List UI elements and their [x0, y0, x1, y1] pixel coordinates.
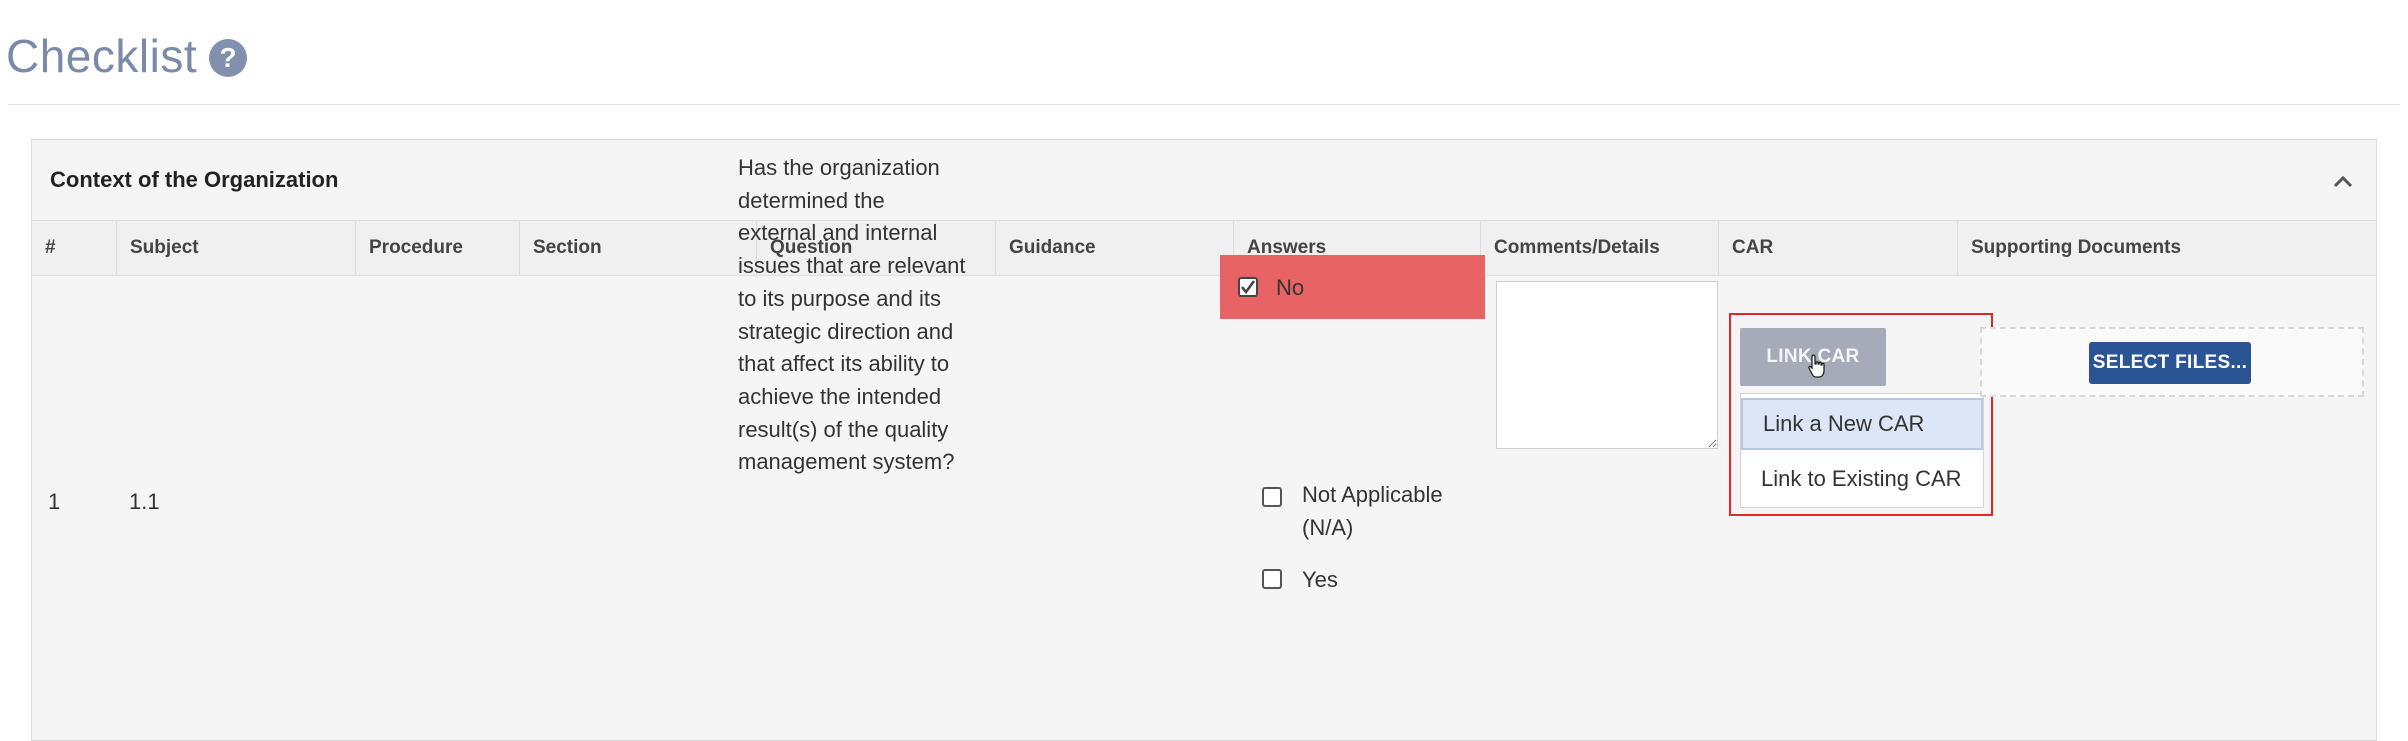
section-header[interactable]: Context of the Organization — [32, 140, 2376, 221]
column-header-number[interactable]: # — [32, 221, 116, 275]
answer-option-no[interactable]: No — [1220, 255, 1485, 319]
checkbox-checked-icon[interactable] — [1238, 277, 1258, 297]
title-divider — [8, 104, 2400, 105]
row-subject: 1.1 — [129, 489, 160, 514]
column-header-car[interactable]: CAR — [1718, 221, 1957, 275]
menu-item-link-existing-car[interactable]: Link to Existing CAR — [1741, 453, 1983, 505]
page-header: Checklist ? — [6, 26, 248, 86]
select-files-button[interactable]: SELECT FILES... — [2089, 342, 2251, 384]
checkbox-icon[interactable] — [1262, 487, 1282, 507]
column-header-subject[interactable]: Subject — [116, 221, 355, 275]
menu-item-link-new-car[interactable]: Link a New CAR — [1741, 398, 1983, 450]
checkbox-icon[interactable] — [1262, 569, 1282, 589]
checklist-section-panel: Context of the Organization # Subject Pr… — [31, 139, 2377, 741]
link-car-dropdown-menu: Link a New CAR Link to Existing CAR — [1740, 393, 1984, 508]
column-header-guidance[interactable]: Guidance — [995, 221, 1233, 275]
row-question: Has the organization determined the exte… — [738, 155, 966, 475]
answer-option-not-applicable[interactable]: Not Applicable (N/A) — [1238, 478, 1488, 544]
answer-label: Not Applicable (N/A) — [1302, 482, 1443, 540]
chevron-up-icon[interactable] — [2332, 174, 2354, 188]
answer-option-yes[interactable]: Yes — [1238, 562, 1338, 596]
column-header-comments[interactable]: Comments/Details — [1480, 221, 1718, 275]
comments-textarea[interactable] — [1496, 281, 1718, 449]
page-title: Checklist — [6, 30, 198, 82]
answer-label: Yes — [1302, 566, 1338, 592]
column-header-section[interactable]: Section — [519, 221, 756, 275]
section-title: Context of the Organization — [50, 167, 339, 192]
grid-header: # Subject Procedure Section Question Gui… — [32, 221, 2376, 276]
column-header-supporting-documents[interactable]: Supporting Documents — [1957, 221, 2376, 275]
hand-pointer-cursor-icon — [1808, 354, 1825, 378]
answer-label: No — [1276, 274, 1305, 300]
question-circle-icon[interactable]: ? — [209, 39, 248, 77]
column-header-procedure[interactable]: Procedure — [355, 221, 519, 275]
row-number: 1 — [48, 489, 61, 514]
